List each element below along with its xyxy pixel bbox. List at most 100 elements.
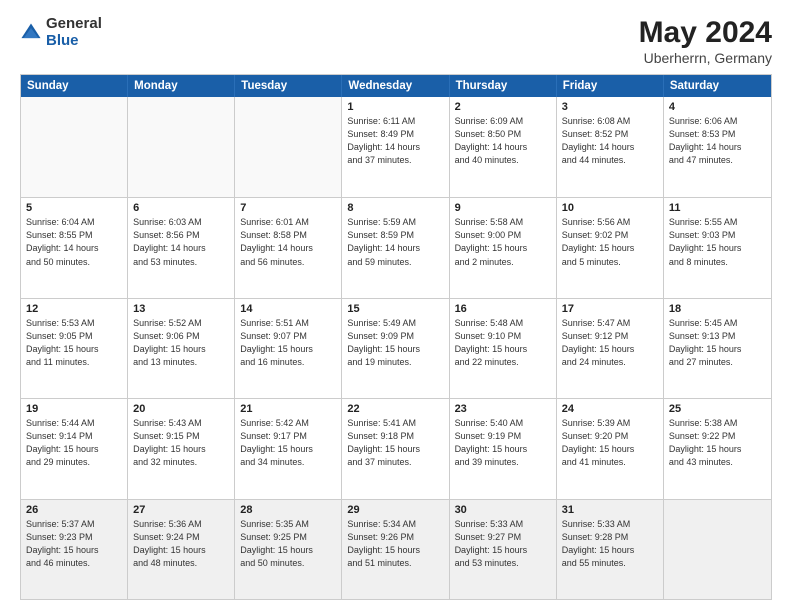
day-info: Sunrise: 6:06 AM Sunset: 8:53 PM Dayligh… (669, 115, 766, 167)
day-number: 27 (133, 504, 229, 516)
logo-text: General Blue (46, 16, 102, 49)
day-info: Sunrise: 5:37 AM Sunset: 9:23 PM Dayligh… (26, 518, 122, 570)
day-number: 5 (26, 202, 122, 214)
calendar-cell: 9 Sunrise: 5:58 AM Sunset: 9:00 PM Daylig… (450, 198, 557, 297)
calendar-cell (664, 500, 771, 599)
logo-icon (20, 22, 42, 44)
calendar-week: 26Sunrise: 5:37 AM Sunset: 9:23 PM Dayli… (21, 499, 771, 599)
logo: General Blue (20, 16, 102, 49)
day-info: Sunrise: 5:40 AM Sunset: 9:19 PM Dayligh… (455, 417, 551, 469)
day-number: 16 (455, 303, 551, 315)
day-number: 23 (455, 403, 551, 415)
calendar-cell: 15 Sunrise: 5:49 AM Sunset: 9:09 PM Dayli… (342, 299, 449, 398)
day-info: Sunrise: 6:09 AM Sunset: 8:50 PM Dayligh… (455, 115, 551, 167)
calendar-cell (235, 97, 342, 197)
day-info: Sunrise: 5:51 AM Sunset: 9:07 PM Dayligh… (240, 317, 336, 369)
calendar-cell: 4 Sunrise: 6:06 AM Sunset: 8:53 PM Daylig… (664, 97, 771, 197)
calendar-cell: 28 Sunrise: 5:35 AM Sunset: 9:25 PM Dayli… (235, 500, 342, 599)
day-info: Sunrise: 5:34 AM Sunset: 9:26 PM Dayligh… (347, 518, 443, 570)
day-number: 30 (455, 504, 551, 516)
calendar-cell: 18Sunrise: 5:45 AM Sunset: 9:13 PM Dayli… (664, 299, 771, 398)
day-info: Sunrise: 6:03 AM Sunset: 8:56 PM Dayligh… (133, 216, 229, 268)
day-info: Sunrise: 5:49 AM Sunset: 9:09 PM Dayligh… (347, 317, 443, 369)
calendar-cell: 5Sunrise: 6:04 AM Sunset: 8:55 PM Daylig… (21, 198, 128, 297)
calendar-cell: 16 Sunrise: 5:48 AM Sunset: 9:10 PM Dayli… (450, 299, 557, 398)
calendar-cell: 31 Sunrise: 5:33 AM Sunset: 9:28 PM Dayli… (557, 500, 664, 599)
logo-general-label: General (46, 16, 102, 33)
day-info: Sunrise: 5:43 AM Sunset: 9:15 PM Dayligh… (133, 417, 229, 469)
day-info: Sunrise: 6:08 AM Sunset: 8:52 PM Dayligh… (562, 115, 658, 167)
calendar-cell: 6 Sunrise: 6:03 AM Sunset: 8:56 PM Daylig… (128, 198, 235, 297)
subtitle: Uberherrn, Germany (639, 50, 772, 66)
day-info: Sunrise: 5:53 AM Sunset: 9:05 PM Dayligh… (26, 317, 122, 369)
day-info: Sunrise: 5:58 AM Sunset: 9:00 PM Dayligh… (455, 216, 551, 268)
day-number: 31 (562, 504, 658, 516)
calendar-cell: 13 Sunrise: 5:52 AM Sunset: 9:06 PM Dayli… (128, 299, 235, 398)
calendar-cell: 11 Sunrise: 5:55 AM Sunset: 9:03 PM Dayli… (664, 198, 771, 297)
day-info: Sunrise: 5:36 AM Sunset: 9:24 PM Dayligh… (133, 518, 229, 570)
day-info: Sunrise: 5:33 AM Sunset: 9:28 PM Dayligh… (562, 518, 658, 570)
main-title: May 2024 (639, 16, 772, 50)
title-block: May 2024 Uberherrn, Germany (639, 16, 772, 66)
day-number: 28 (240, 504, 336, 516)
day-info: Sunrise: 5:56 AM Sunset: 9:02 PM Dayligh… (562, 216, 658, 268)
weekday-header: Friday (557, 75, 664, 97)
calendar-cell: 12 Sunrise: 5:53 AM Sunset: 9:05 PM Dayli… (21, 299, 128, 398)
day-number: 4 (669, 101, 766, 113)
calendar-cell: 26Sunrise: 5:37 AM Sunset: 9:23 PM Dayli… (21, 500, 128, 599)
day-number: 8 (347, 202, 443, 214)
calendar-cell: 30 Sunrise: 5:33 AM Sunset: 9:27 PM Dayli… (450, 500, 557, 599)
day-info: Sunrise: 5:35 AM Sunset: 9:25 PM Dayligh… (240, 518, 336, 570)
day-info: Sunrise: 5:42 AM Sunset: 9:17 PM Dayligh… (240, 417, 336, 469)
calendar-cell: 21 Sunrise: 5:42 AM Sunset: 9:17 PM Dayli… (235, 399, 342, 498)
day-info: Sunrise: 5:41 AM Sunset: 9:18 PM Dayligh… (347, 417, 443, 469)
calendar-cell: 8Sunrise: 5:59 AM Sunset: 8:59 PM Daylig… (342, 198, 449, 297)
header: General Blue May 2024 Uberherrn, Germany (20, 16, 772, 66)
day-number: 15 (347, 303, 443, 315)
logo-blue-label: Blue (46, 33, 102, 50)
calendar-cell (21, 97, 128, 197)
day-number: 3 (562, 101, 658, 113)
day-info: Sunrise: 5:45 AM Sunset: 9:13 PM Dayligh… (669, 317, 766, 369)
calendar-cell: 2 Sunrise: 6:09 AM Sunset: 8:50 PM Daylig… (450, 97, 557, 197)
day-number: 11 (669, 202, 766, 214)
calendar-cell: 23 Sunrise: 5:40 AM Sunset: 9:19 PM Dayli… (450, 399, 557, 498)
calendar-week: 12 Sunrise: 5:53 AM Sunset: 9:05 PM Dayli… (21, 298, 771, 398)
day-number: 12 (26, 303, 122, 315)
day-number: 17 (562, 303, 658, 315)
calendar-cell: 14Sunrise: 5:51 AM Sunset: 9:07 PM Dayli… (235, 299, 342, 398)
calendar-week: 19 Sunrise: 5:44 AM Sunset: 9:14 PM Dayli… (21, 398, 771, 498)
day-number: 2 (455, 101, 551, 113)
calendar-header: SundayMondayTuesdayWednesdayThursdayFrid… (21, 75, 771, 97)
calendar-week: 5Sunrise: 6:04 AM Sunset: 8:55 PM Daylig… (21, 197, 771, 297)
calendar-cell (128, 97, 235, 197)
day-info: Sunrise: 5:44 AM Sunset: 9:14 PM Dayligh… (26, 417, 122, 469)
calendar-cell: 19 Sunrise: 5:44 AM Sunset: 9:14 PM Dayli… (21, 399, 128, 498)
day-info: Sunrise: 5:48 AM Sunset: 9:10 PM Dayligh… (455, 317, 551, 369)
weekday-header: Sunday (21, 75, 128, 97)
page: General Blue May 2024 Uberherrn, Germany… (0, 0, 792, 612)
calendar-cell: 10Sunrise: 5:56 AM Sunset: 9:02 PM Dayli… (557, 198, 664, 297)
day-info: Sunrise: 5:33 AM Sunset: 9:27 PM Dayligh… (455, 518, 551, 570)
day-number: 6 (133, 202, 229, 214)
weekday-header: Saturday (664, 75, 771, 97)
day-number: 9 (455, 202, 551, 214)
calendar-cell: 29 Sunrise: 5:34 AM Sunset: 9:26 PM Dayli… (342, 500, 449, 599)
day-number: 29 (347, 504, 443, 516)
day-info: Sunrise: 6:11 AM Sunset: 8:49 PM Dayligh… (347, 115, 443, 167)
day-number: 22 (347, 403, 443, 415)
calendar-cell: 3 Sunrise: 6:08 AM Sunset: 8:52 PM Daylig… (557, 97, 664, 197)
day-info: Sunrise: 5:39 AM Sunset: 9:20 PM Dayligh… (562, 417, 658, 469)
day-number: 19 (26, 403, 122, 415)
calendar-cell: 1Sunrise: 6:11 AM Sunset: 8:49 PM Daylig… (342, 97, 449, 197)
calendar-cell: 25Sunrise: 5:38 AM Sunset: 9:22 PM Dayli… (664, 399, 771, 498)
day-number: 13 (133, 303, 229, 315)
day-info: Sunrise: 5:55 AM Sunset: 9:03 PM Dayligh… (669, 216, 766, 268)
day-number: 25 (669, 403, 766, 415)
day-number: 24 (562, 403, 658, 415)
calendar-week: 1Sunrise: 6:11 AM Sunset: 8:49 PM Daylig… (21, 97, 771, 197)
day-number: 21 (240, 403, 336, 415)
day-info: Sunrise: 5:52 AM Sunset: 9:06 PM Dayligh… (133, 317, 229, 369)
day-info: Sunrise: 5:47 AM Sunset: 9:12 PM Dayligh… (562, 317, 658, 369)
weekday-header: Wednesday (342, 75, 449, 97)
